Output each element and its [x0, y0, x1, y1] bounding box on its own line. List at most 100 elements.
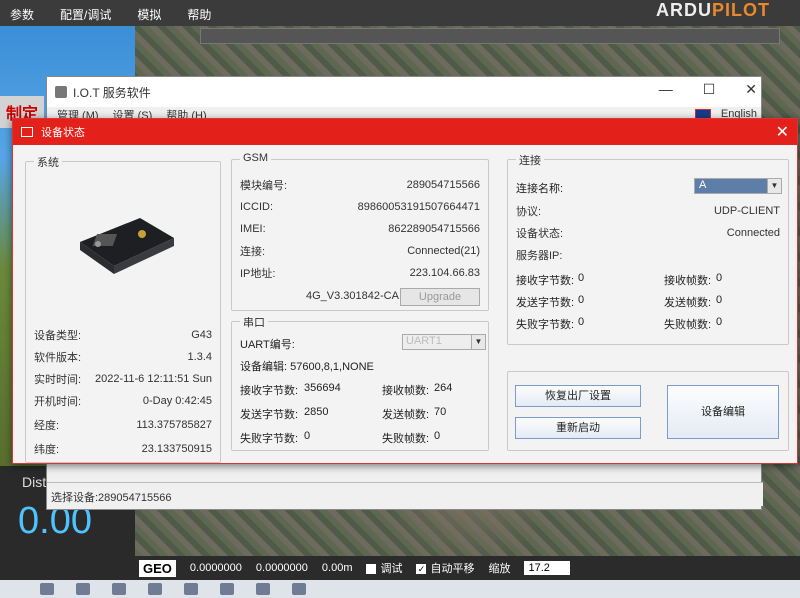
- bg-menu-simulation[interactable]: 模拟: [137, 6, 161, 23]
- auto-pan-checkbox[interactable]: ✓ 自动平移: [416, 560, 474, 576]
- conn-fail-frames-label: 失败帧数:: [664, 319, 712, 331]
- window-controls: — ☐ ✕: [659, 81, 757, 98]
- connection-name-label: 连接名称:: [516, 183, 564, 195]
- longitude-row: 经度: 113.375785827: [34, 419, 212, 432]
- dialog-titlebar: 设备状态 ✕: [13, 119, 797, 145]
- conn-tx-bytes-value: 0: [578, 294, 585, 306]
- bg-menu-params[interactable]: 参数: [10, 6, 34, 23]
- serial-group-title: 串口: [240, 314, 268, 330]
- dialog-close-button[interactable]: ✕: [776, 122, 789, 142]
- conn-rx-bytes-value: 0: [578, 272, 585, 284]
- serial-params: 设备编辑: 57600,8,1,NONE: [240, 361, 374, 373]
- uptime-row: 开机时间: 0-Day 0:42:45: [34, 395, 212, 408]
- checkmark-icon: ✓: [416, 564, 427, 575]
- module-chip-image: [80, 218, 174, 274]
- server-ip-row: 服务器IP:: [516, 250, 563, 262]
- bg-menubar: 参数 配置/调试 模拟 帮助 ARDUPILOT: [0, 0, 800, 26]
- window-icon: [21, 127, 33, 137]
- lat-value: 0.0000000: [189, 562, 242, 574]
- maximize-button[interactable]: ☐: [703, 81, 716, 98]
- restart-button[interactable]: 重新启动: [515, 417, 641, 439]
- connection-group: 连接 连接名称: A ▼ 协议: UDP-CLIENT 设备状态: Connecte…: [507, 152, 789, 345]
- camera-app-icon[interactable]: [40, 583, 54, 595]
- imei-row: IMEI: 862289054715566: [240, 223, 480, 235]
- conn-rx-bytes-label: 接收字节数:: [516, 275, 575, 287]
- device-state-row: 设备状态: Connected: [516, 227, 780, 240]
- dialog-title: 设备状态: [41, 127, 85, 139]
- fail-bytes-label: 失败字节数:: [240, 433, 299, 445]
- iot-window-title: I.O.T 服务软件: [73, 85, 151, 100]
- device-edit-button[interactable]: 设备编辑: [667, 385, 779, 439]
- conn-tx-bytes-label: 发送字节数:: [516, 297, 575, 309]
- connection-name-select[interactable]: A ▼: [694, 178, 782, 194]
- app-icon[interactable]: [256, 583, 270, 595]
- minimize-button[interactable]: —: [659, 81, 673, 98]
- latitude-row: 纬度: 23.133750915: [34, 443, 212, 456]
- fail-frames-label: 失败帧数:: [382, 433, 430, 445]
- tx-bytes-label: 发送字节数:: [240, 409, 299, 421]
- tx-bytes-value: 2850: [304, 406, 329, 418]
- checkbox-icon: [366, 564, 377, 575]
- conn-fail-bytes-value: 0: [578, 316, 585, 328]
- protocol-row: 协议: UDP-CLIENT: [516, 205, 780, 218]
- factory-reset-button[interactable]: 恢复出厂设置: [515, 385, 641, 407]
- app-icon[interactable]: [292, 583, 306, 595]
- rx-frames-label: 接收帧数:: [382, 385, 430, 397]
- system-group: 系统 设备类型: G43 软件版本: 1.3.4 实时时间: 2022-11-6 12…: [25, 154, 221, 463]
- rx-bytes-label: 接收字节数:: [240, 385, 299, 397]
- serial-group: 串口 UART编号: UART1 ▼ 设备编辑: 57600,8,1,NONE …: [231, 314, 489, 451]
- module-id-row: 模块编号: 289054715566: [240, 179, 480, 192]
- app-icon[interactable]: [184, 583, 198, 595]
- zoom-input[interactable]: 17.2: [524, 561, 571, 575]
- fail-bytes-value: 0: [304, 430, 311, 442]
- upgrade-button[interactable]: Upgrade: [400, 288, 480, 306]
- ide-icon[interactable]: [220, 583, 234, 595]
- geo-select[interactable]: GEO: [139, 559, 176, 577]
- realtime-row: 实时时间: 2022-11-6 12:11:51 Sun: [34, 373, 212, 386]
- folder-icon[interactable]: [148, 583, 162, 595]
- app-logo: ARDUPILOT: [656, 0, 770, 20]
- dist-label: Dist: [22, 474, 47, 490]
- conn-rx-frames-label: 接收帧数:: [664, 275, 712, 287]
- map-statusbar: GEO 0.0000000 0.0000000 0.00m 调试 ✓ 自动平移 缩…: [135, 556, 800, 580]
- iot-app-icon: [55, 86, 67, 98]
- gsm-group-title: GSM: [240, 152, 272, 164]
- taskbar: [0, 580, 800, 598]
- bg-menu-config[interactable]: 配置/调试: [60, 6, 111, 23]
- uart-label: UART编号:: [240, 339, 295, 351]
- firmware-version: 4G_V3.301842-CA: [306, 290, 399, 302]
- device-type-row: 设备类型: G43: [34, 329, 212, 342]
- connection-group-title: 连接: [516, 152, 544, 168]
- close-button[interactable]: ✕: [745, 81, 757, 98]
- selected-device-status: 选择设备:289054715566: [47, 482, 763, 506]
- conn-tx-frames-label: 发送帧数:: [664, 297, 712, 309]
- connection-state-row: 连接: Connected(21): [240, 245, 480, 258]
- chevron-down-icon: ▼: [767, 179, 781, 193]
- tx-frames-value: 70: [434, 406, 447, 418]
- conn-tx-frames-value: 0: [716, 294, 723, 306]
- lng-value: 0.0000000: [255, 562, 308, 574]
- chevron-down-icon: ▼: [471, 335, 485, 349]
- conn-fail-frames-value: 0: [716, 316, 723, 328]
- iot-titlebar: I.O.T 服务软件: [47, 77, 761, 107]
- rx-bytes-value: 356694: [304, 382, 341, 394]
- browser-icon[interactable]: [76, 583, 90, 595]
- tx-frames-label: 发送帧数:: [382, 409, 430, 421]
- conn-fail-bytes-label: 失败字节数:: [516, 319, 575, 331]
- uart-select[interactable]: UART1 ▼: [402, 334, 486, 350]
- iccid-row: ICCID: 89860053191507664471: [240, 201, 480, 213]
- rx-frames-value: 264: [434, 382, 453, 394]
- map-toolbar: [200, 28, 780, 44]
- system-group-title: 系统: [34, 154, 62, 170]
- conn-rx-frames-value: 0: [716, 272, 723, 284]
- device-status-dialog: 设备状态 ✕ 系统 设备类型: G43 软件版本: 1.3.4 实时时间: 2022-…: [12, 118, 798, 464]
- debug-checkbox[interactable]: 调试: [366, 560, 402, 576]
- alt-value: 0.00m: [321, 562, 353, 574]
- fail-frames-value: 0: [434, 430, 441, 442]
- zoom-label: 缩放: [488, 563, 511, 575]
- gsm-group: GSM 模块编号: 289054715566 ICCID: 898600531915…: [231, 152, 489, 311]
- ip-address-row: IP地址: 223.104.66.83: [240, 267, 480, 280]
- software-version-row: 软件版本: 1.3.4: [34, 351, 212, 364]
- bg-menu-help[interactable]: 帮助: [187, 6, 211, 23]
- terminal-icon[interactable]: [112, 583, 126, 595]
